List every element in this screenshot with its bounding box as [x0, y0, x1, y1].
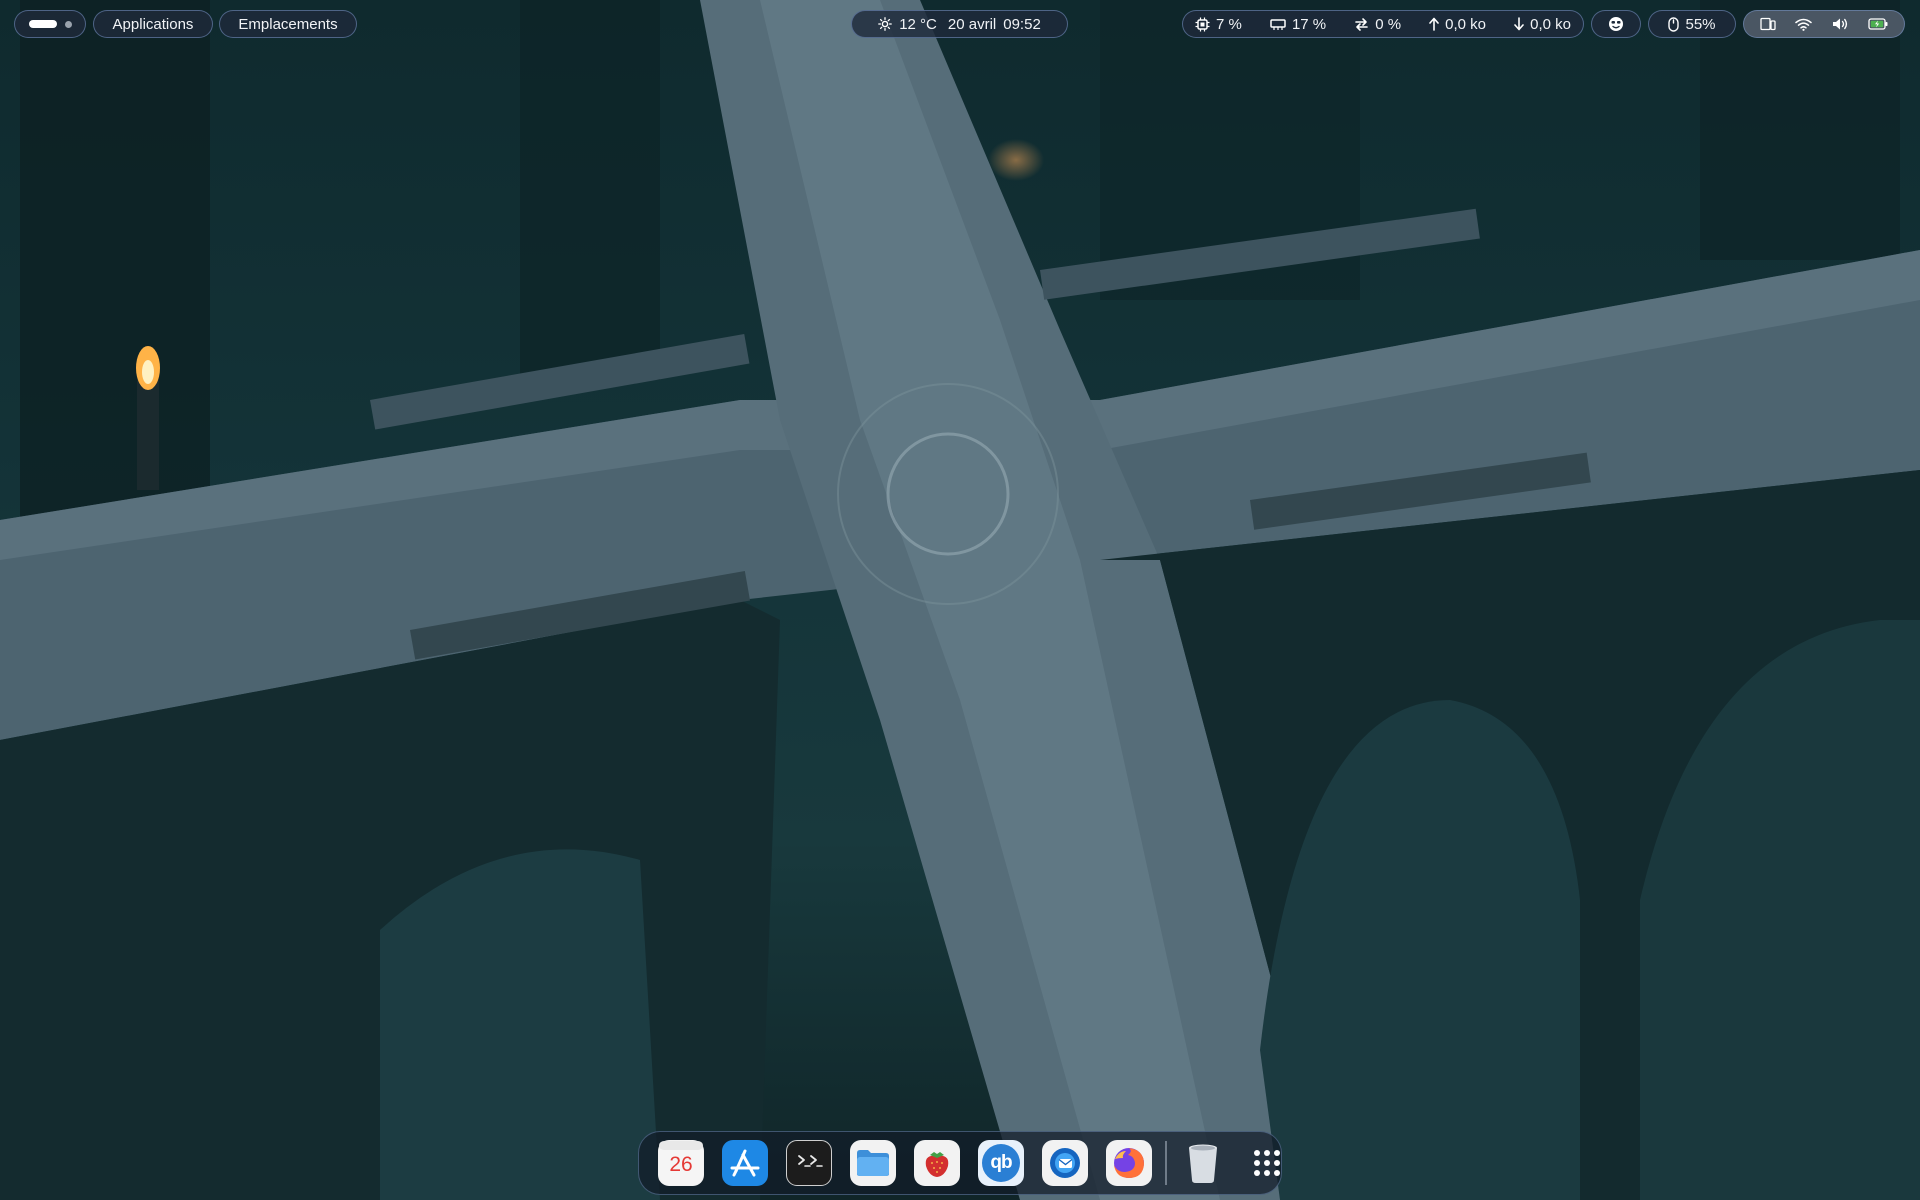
terminal-icon — [793, 1152, 825, 1174]
dock-files[interactable] — [850, 1140, 896, 1186]
cpu-icon — [1195, 17, 1210, 32]
desktop[interactable]: Applications Emplacements 12 °C 20 avril… — [0, 0, 1920, 1200]
system-monitor[interactable]: 7 % 17 % 0 % 0,0 ko 0,0 ko — [1182, 10, 1584, 38]
temperature: 12 °C — [899, 15, 937, 33]
emoji-picker-button[interactable] — [1591, 10, 1641, 38]
download-value: 0,0 ko — [1530, 15, 1571, 33]
sun-icon — [878, 17, 893, 31]
time: 09:52 — [1003, 15, 1041, 33]
dock-trash[interactable] — [1180, 1140, 1226, 1186]
clock-weather[interactable]: 12 °C 20 avril 09:52 — [851, 10, 1068, 38]
dock-thunderbird[interactable] — [1042, 1140, 1088, 1186]
qbittorrent-label: qb — [990, 1152, 1012, 1173]
wallpaper-illustration — [0, 0, 1920, 1200]
calendar-day: 26 — [669, 1152, 693, 1176]
screen-icon — [1760, 17, 1776, 31]
swap-icon — [1354, 17, 1369, 32]
mouse-battery-value: 55% — [1685, 15, 1716, 33]
dock-strawberry[interactable] — [914, 1140, 960, 1186]
applications-menu[interactable]: Applications — [93, 10, 213, 38]
wifi-icon — [1795, 18, 1812, 31]
wallpaper — [0, 0, 1920, 1200]
applications-menu-label: Applications — [112, 15, 194, 33]
download-arrow-icon — [1514, 17, 1524, 31]
dock-software-center[interactable] — [722, 1140, 768, 1186]
dock-terminal[interactable] — [786, 1140, 832, 1186]
folder-icon — [855, 1148, 891, 1178]
dock-separator — [1165, 1141, 1167, 1185]
dock-calendar[interactable]: 26 — [658, 1140, 704, 1186]
download-rate: 0,0 ko — [1514, 17, 1571, 32]
trash-icon — [1186, 1142, 1220, 1184]
upload-value: 0,0 ko — [1445, 15, 1487, 33]
activities-indicator — [28, 20, 57, 28]
swap-usage: 0 % — [1354, 17, 1401, 32]
strawberry-icon — [920, 1146, 954, 1180]
activities-button[interactable] — [14, 10, 86, 38]
cpu-value: 7 % — [1216, 15, 1242, 33]
places-menu[interactable]: Emplacements — [219, 10, 357, 38]
upload-arrow-icon — [1429, 17, 1439, 31]
app-store-icon — [728, 1146, 762, 1180]
places-menu-label: Emplacements — [238, 15, 338, 33]
upload-rate: 0,0 ko — [1429, 17, 1486, 32]
emoji-face-icon — [1608, 16, 1624, 32]
dock: 26 qb — [638, 1131, 1282, 1195]
dock-firefox[interactable] — [1106, 1140, 1152, 1186]
date: 20 avril — [947, 15, 997, 33]
battery-charging-icon — [1868, 18, 1888, 30]
quick-settings[interactable] — [1743, 10, 1905, 38]
app-grid-icon — [1251, 1147, 1283, 1179]
swap-value: 0 % — [1375, 15, 1402, 33]
memory-icon — [1270, 18, 1286, 31]
volume-icon — [1832, 17, 1849, 31]
memory-usage: 17 % — [1270, 17, 1326, 32]
dock-show-apps[interactable] — [1244, 1140, 1290, 1186]
thunderbird-icon — [1047, 1145, 1083, 1181]
mouse-icon — [1668, 16, 1680, 32]
workspace-dot — [64, 20, 72, 28]
dock-qbittorrent[interactable]: qb — [978, 1140, 1024, 1186]
firefox-icon — [1111, 1145, 1147, 1181]
cpu-usage: 7 % — [1195, 17, 1242, 32]
memory-value: 17 % — [1291, 15, 1327, 33]
mouse-battery[interactable]: 55% — [1648, 10, 1736, 38]
